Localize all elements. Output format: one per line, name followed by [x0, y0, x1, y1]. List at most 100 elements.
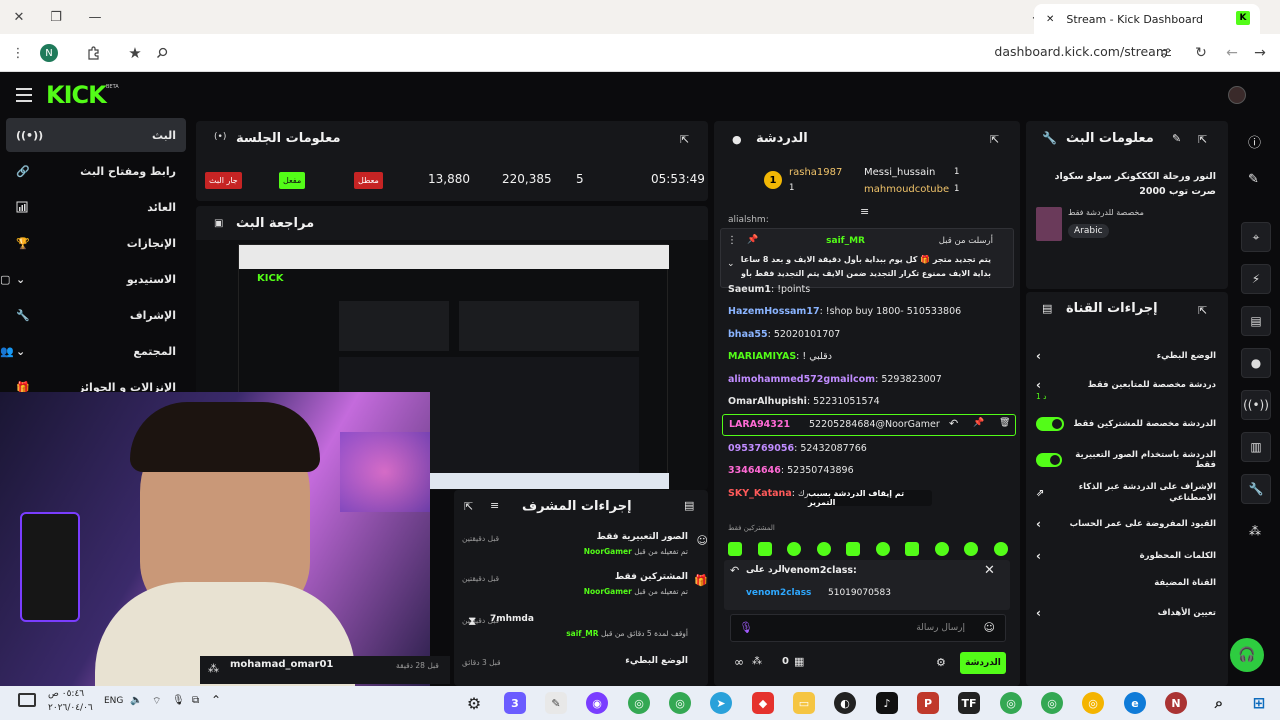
telegram-icon[interactable]: ➤: [710, 692, 732, 714]
app-tf-icon[interactable]: TF: [958, 692, 980, 714]
clock-date[interactable]: ٢٠٢٦/٠٤/٠٦: [48, 703, 93, 713]
browser-tab[interactable]: ✕ Stream - Kick Dashboard K: [1034, 4, 1260, 34]
emote-icon[interactable]: [934, 542, 949, 556]
kick-logo[interactable]: KICK: [46, 81, 107, 109]
microphone-icon[interactable]: 🎙: [172, 695, 185, 706]
popout-icon[interactable]: ⇱: [1198, 133, 1207, 146]
microphone-icon[interactable]: 🎙: [739, 621, 753, 634]
language-indicator[interactable]: ENG: [104, 696, 123, 706]
url-text[interactable]: dashboard.kick.com/stream: [994, 44, 1168, 59]
pinned-message[interactable]: ⋮ 📌 ⌄ saif_MR أرسلت من قبل يتم تجديد متج…: [720, 228, 1014, 288]
obs-icon[interactable]: ◐: [834, 692, 856, 714]
reply-icon[interactable]: ↶: [949, 417, 958, 430]
close-reply-icon[interactable]: ✕: [984, 563, 995, 578]
search-icon[interactable]: ⌕: [1208, 692, 1230, 714]
volume-icon[interactable]: 🔈: [130, 695, 142, 706]
chat-message[interactable]: MARIAMIYAS: ! دقلبي: [728, 351, 832, 362]
chat-bubble-icon[interactable]: ●: [1241, 348, 1271, 378]
leader-name[interactable]: rasha1987: [789, 167, 842, 178]
profile-avatar[interactable]: N: [40, 44, 58, 62]
chrome-active-icon[interactable]: ◎: [1082, 692, 1104, 714]
sidebar-item-stream-key[interactable]: رابط ومفتاح البث 🔗: [6, 154, 186, 188]
reload-icon[interactable]: ↻: [1187, 39, 1215, 67]
chevron-down-icon[interactable]: ⌄: [727, 259, 735, 269]
emote-icon[interactable]: [964, 542, 979, 556]
pin-icon[interactable]: 📌: [973, 418, 984, 428]
emotes-only-toggle[interactable]: [1036, 453, 1063, 467]
broadcast-icon[interactable]: ((•)): [1241, 390, 1271, 420]
back-arrow-icon[interactable]: →: [1246, 39, 1274, 67]
channel-option-host[interactable]: القناة المضيفة: [1036, 578, 1216, 588]
chrome-icon[interactable]: ◎: [669, 692, 691, 714]
notes-icon[interactable]: ▤: [1241, 306, 1271, 336]
edge-icon[interactable]: e: [1124, 692, 1146, 714]
app-n-icon[interactable]: N: [1165, 692, 1187, 714]
lightning-icon[interactable]: ⚡: [1241, 264, 1271, 294]
emote-icon[interactable]: [993, 542, 1008, 556]
channel-option-subs-only[interactable]: الدردشة مخصصة للمشتركين فقط: [1036, 417, 1216, 431]
chat-input[interactable]: 🎙 إرسال رسالة ☺: [730, 614, 1006, 642]
app-studio-icon[interactable]: ◉: [586, 692, 608, 714]
edit-pencil-icon[interactable]: ✎: [1248, 172, 1259, 187]
store-icon[interactable]: ▦: [794, 655, 804, 668]
channel-option-account-age[interactable]: القيود المفروضة على عمر الحساب ›: [1036, 517, 1216, 531]
popout-icon[interactable]: ⇱: [1198, 304, 1207, 317]
windows-start-icon[interactable]: ⊞: [1248, 692, 1270, 714]
chat-send-button[interactable]: الدردشة: [960, 652, 1006, 674]
search-icon[interactable]: [148, 39, 176, 67]
clock-time[interactable]: ٠٥:٤٦ ص: [48, 689, 84, 699]
channel-option-emotes-only[interactable]: الدردشة باستخدام الصور التعبيرية فقط: [1036, 450, 1216, 470]
hamburger-menu-icon[interactable]: [16, 88, 32, 102]
forward-arrow-icon[interactable]: ←: [1218, 39, 1246, 67]
emote-icon[interactable]: [846, 542, 861, 556]
chat-message[interactable]: HazemHossam17: !shop buy 1800- 510533806: [728, 306, 961, 317]
emote-icon[interactable]: [728, 542, 742, 556]
users-icon[interactable]: ⁂: [1249, 524, 1261, 538]
channel-option-ai-moderation[interactable]: الإشراف على الدردشة عبر الذكاء الاصطناعي…: [1036, 482, 1216, 504]
restore-window-icon[interactable]: ❐: [42, 3, 70, 31]
menu-dots-icon[interactable]: ⋮: [4, 39, 32, 67]
emote-icon[interactable]: [757, 542, 772, 556]
minimize-window-icon[interactable]: —: [81, 3, 109, 31]
category-name[interactable]: مخصصة للدردشة فقط: [1068, 208, 1144, 217]
pin-icon[interactable]: 📌: [747, 235, 758, 245]
delete-icon[interactable]: 🗑: [999, 418, 1010, 428]
chrome-icon[interactable]: ◎: [628, 692, 650, 714]
channel-option-goals[interactable]: تعيين الأهداف ›: [1036, 606, 1216, 620]
sidebar-item-studio[interactable]: ▢ الاستيديو ⌄: [0, 262, 186, 296]
tray-icon[interactable]: ⧉: [192, 695, 199, 706]
extensions-icon[interactable]: [80, 39, 108, 67]
sidebar-item-community[interactable]: 👥 المجتمع ⌄: [0, 334, 186, 368]
chat-message[interactable]: 33464646: 52350743896: [728, 465, 854, 476]
wifi-icon[interactable]: ⌔: [152, 695, 161, 708]
app-edit-icon[interactable]: ✎: [545, 692, 567, 714]
bookmark-star-icon[interactable]: ★: [121, 39, 149, 67]
app-p-icon[interactable]: P: [917, 692, 939, 714]
wrench-icon[interactable]: 🔧: [1241, 474, 1271, 504]
app-three-icon[interactable]: 3: [504, 692, 526, 714]
emote-icon[interactable]: [816, 542, 831, 556]
leader-name[interactable]: mahmoudcotube: [864, 184, 949, 195]
chat-message[interactable]: OmarAlhupishi: 52231051574: [728, 396, 880, 407]
emoji-icon[interactable]: ☺: [984, 621, 995, 634]
emote-icon[interactable]: [787, 542, 802, 556]
chat-message[interactable]: alimohammed572gmailcom: 5293823007: [728, 374, 942, 385]
collapse-icon[interactable]: ≡: [860, 205, 869, 218]
sidebar-item-achievements[interactable]: الإنجازات 🏆: [6, 226, 186, 260]
category-thumbnail[interactable]: [1036, 207, 1062, 241]
chat-message[interactable]: Saeum1: !points: [728, 284, 810, 295]
mod-action-row[interactable]: قبل دقيقتين الصور التعبيرية فقط تم تفعيل…: [462, 532, 708, 568]
chrome-icon[interactable]: ◎: [1041, 692, 1063, 714]
popout-icon[interactable]: ⇱: [990, 133, 999, 146]
channel-option-slow-mode[interactable]: الوضع البطيء ›: [1036, 349, 1216, 363]
chrome-icon[interactable]: ◎: [1000, 692, 1022, 714]
chat-message-highlighted[interactable]: LARA94321 52205284684@NoorGamer ↶ 📌 🗑: [722, 414, 1016, 436]
popout-icon[interactable]: ⇱: [680, 133, 689, 146]
subs-only-toggle[interactable]: [1036, 417, 1064, 431]
site-settings-icon[interactable]: [1152, 39, 1180, 67]
chevron-up-icon[interactable]: ⌃: [211, 693, 221, 707]
support-chat-button[interactable]: 🎧: [1230, 638, 1264, 672]
layout-icon[interactable]: ▥: [1241, 432, 1271, 462]
mod-action-row[interactable]: قبل دقيقتين 7mhmda أوقف لمدة 5 دقائق من …: [462, 614, 702, 650]
tab-close-icon[interactable]: ✕: [1046, 14, 1054, 25]
